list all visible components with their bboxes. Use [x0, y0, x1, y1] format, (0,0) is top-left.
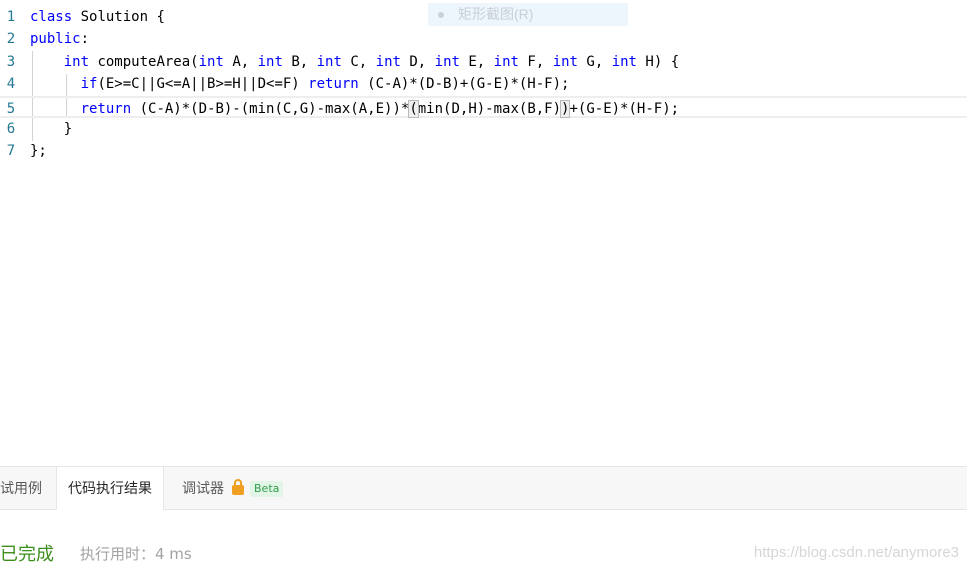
keyword-token: int [434, 53, 460, 70]
code-text: int computeArea(int A, int B, int C, int… [30, 54, 679, 70]
code-text: }; [30, 143, 47, 159]
execution-time: 执行用时：4 ms [80, 545, 192, 563]
code-token: G, [577, 53, 612, 70]
code-token: min(D,H)-max(B,F) [417, 100, 562, 117]
code-token: } [30, 121, 73, 137]
code-token: }; [30, 143, 47, 160]
line-number: 7 [6, 143, 16, 160]
line-number: 2 [6, 31, 16, 48]
beta-badge: Beta [250, 481, 284, 497]
watermark: https://blog.csdn.net/anymore3 [753, 544, 959, 561]
line-number: 4 [6, 76, 16, 93]
tab-testcase-label: 试用例 [0, 481, 42, 497]
keyword-token: int [257, 53, 283, 70]
status-text: 已完成 [0, 544, 54, 565]
keyword-token: return [308, 76, 359, 93]
keyword-token: int [316, 53, 342, 70]
matched-bracket: ( [408, 99, 419, 118]
code-line[interactable]: 1 class Solution { [0, 6, 967, 28]
lock-icon [232, 479, 244, 495]
keyword-token: int [375, 53, 401, 70]
code-text: } [30, 121, 72, 137]
code-token: B, [282, 53, 317, 70]
code-token: D, [400, 53, 435, 70]
code-token: A, [223, 53, 258, 70]
line-number: 3 [6, 53, 16, 70]
line-number: 1 [6, 9, 16, 25]
line-number: 5 [6, 100, 16, 117]
code-text: if(E>=C||G<=A||B>=H||D<=F) return (C-A)*… [30, 76, 570, 93]
code-line[interactable]: 6 } [0, 118, 967, 140]
code-token: +(G-E)*(H-F); [569, 100, 680, 117]
code-token: E, [459, 53, 494, 70]
code-token: (E>=C||G<=A||B>=H||D<=F) [97, 76, 309, 93]
tab-run-result-label: 代码执行结果 [68, 481, 152, 497]
bottom-tab-bar: 试用例 代码执行结果 调试器 Beta [0, 466, 967, 512]
keyword-token: int [198, 53, 224, 70]
code-token: (C-A)*(D-B)-(min(C,G)-max(A,E))* [131, 100, 410, 117]
keyword-token: class [30, 9, 73, 25]
tab-run-result[interactable]: 代码执行结果 [56, 467, 164, 512]
keyword-token: if [80, 76, 98, 93]
keyword-token: int [552, 53, 578, 70]
result-panel: 已完成 执行用时：4 ms https://blog.csdn.net/anym… [0, 510, 967, 572]
line-number: 6 [6, 121, 16, 137]
code-line[interactable]: 2 public: [0, 28, 967, 50]
code-line[interactable]: 5 return (C-A)*(D-B)-(min(C,G)-max(A,E))… [0, 95, 967, 118]
tab-testcase[interactable]: 试用例 [0, 467, 42, 511]
code-text: return (C-A)*(D-B)-(min(C,G)-max(A,E))*(… [30, 99, 680, 118]
code-line[interactable]: 3 int computeArea(int A, int B, int C, i… [0, 51, 967, 73]
keyword-token: int [63, 53, 90, 70]
keyword-token: return [80, 100, 132, 117]
keyword-token: int [493, 53, 519, 70]
code-line[interactable]: 7}; [0, 140, 967, 162]
code-line[interactable]: 4 if(E>=C||G<=A||B>=H||D<=F) return (C-A… [0, 73, 967, 95]
code-token: H) { [637, 53, 680, 70]
keyword-token: public [30, 31, 81, 48]
code-text: public: [30, 31, 89, 47]
keyword-token: int [611, 53, 637, 70]
code-text: class Solution { [30, 9, 165, 25]
code-token: Solution { [72, 9, 165, 25]
code-token: F, [518, 53, 553, 70]
tab-debugger-label: 调试器 [182, 481, 224, 497]
code-editor[interactable]: 矩形截图(R) 1 class Solution {2 public: 3 int c… [0, 0, 967, 466]
code-token: computeArea( [89, 53, 199, 70]
code-token: C, [341, 53, 376, 70]
code-token: : [80, 31, 90, 48]
code-token: (C-A)*(D-B)+(G-E)*(H-F); [358, 76, 570, 93]
tab-debugger[interactable]: 调试器 Beta [182, 467, 284, 511]
